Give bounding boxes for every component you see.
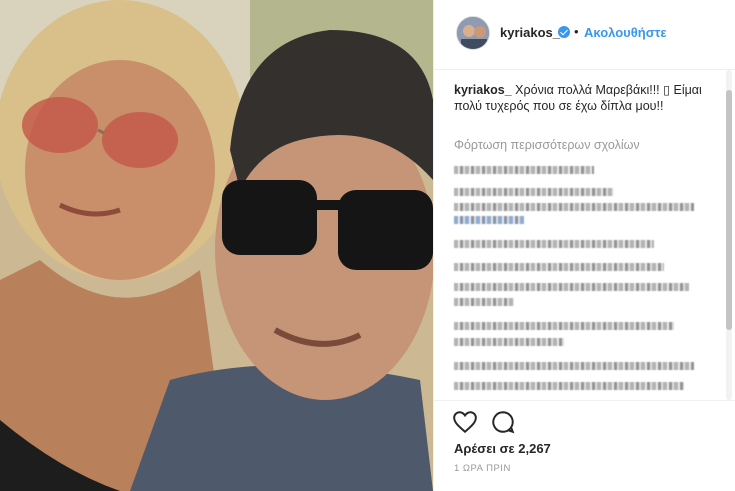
blurred-comment	[454, 322, 674, 330]
comments-list[interactable]: kyriakos_ Χρόνια πολλά Μαρεβάκι!!! ▯ Είμ…	[434, 70, 735, 400]
post-sidebar: kyriakos_ • Ακολουθήστε kyriakos_ Χρόνια…	[433, 0, 735, 491]
caption: kyriakos_ Χρόνια πολλά Μαρεβάκι!!! ▯ Είμ…	[454, 82, 706, 114]
blurred-comment	[454, 203, 694, 211]
blurred-comment	[454, 216, 524, 224]
caption-username[interactable]: kyriakos_	[454, 83, 512, 97]
blurred-comment	[454, 263, 664, 271]
likes-count[interactable]: Αρέσει σε 2,267	[454, 441, 551, 456]
blurred-comment	[454, 382, 684, 390]
post-timestamp[interactable]: 1 ΩΡΑ ΠΡΙΝ	[454, 463, 511, 474]
load-more-comments-button[interactable]: Φόρτωση περισσότερων σχολίων	[454, 138, 640, 152]
comment-icon[interactable]	[490, 409, 516, 435]
comments-scrollbar-thumb[interactable]	[726, 90, 732, 330]
avatar[interactable]	[456, 16, 490, 50]
username-link[interactable]: kyriakos_	[500, 25, 560, 40]
avatar-image	[457, 17, 489, 49]
post-actions: Αρέσει σε 2,267 1 ΩΡΑ ΠΡΙΝ	[434, 400, 735, 491]
blurred-comment	[454, 338, 564, 346]
verified-badge-icon	[558, 26, 570, 38]
post-header: kyriakos_ • Ακολουθήστε	[434, 0, 735, 70]
heart-icon-svg	[453, 411, 477, 434]
post-photo[interactable]	[0, 0, 433, 491]
blurred-comment	[454, 362, 694, 370]
header-separator: •	[574, 24, 579, 39]
heart-icon[interactable]	[452, 409, 478, 435]
blurred-comment	[454, 298, 514, 306]
blurred-comment	[454, 188, 614, 196]
blurred-comment	[454, 283, 689, 291]
blurred-comment	[454, 240, 654, 248]
selfie-image	[0, 0, 433, 491]
comment-icon-svg	[492, 411, 515, 434]
blurred-comment	[454, 166, 594, 174]
follow-button[interactable]: Ακολουθήστε	[584, 25, 667, 40]
